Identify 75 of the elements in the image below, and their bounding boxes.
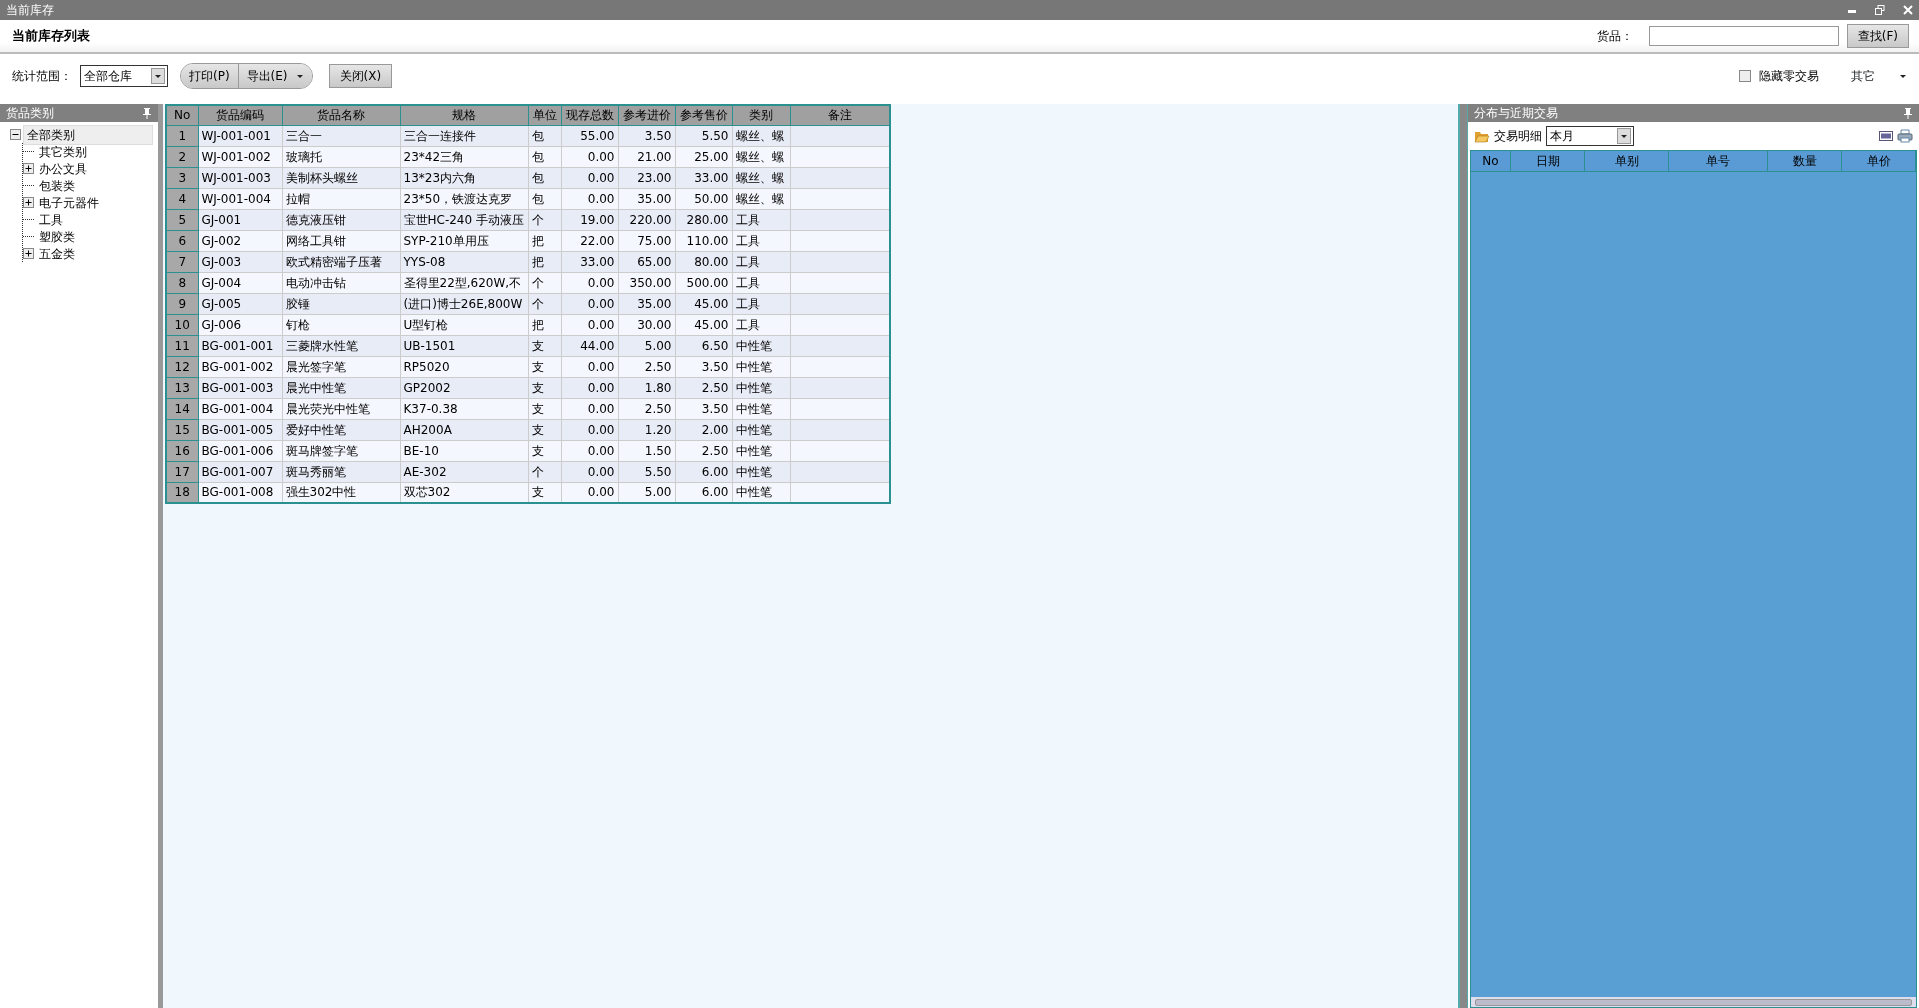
- row-number: 8: [166, 272, 198, 293]
- row-number: 12: [166, 356, 198, 377]
- tree-item[interactable]: 其它类别: [36, 142, 90, 161]
- expand-icon[interactable]: [23, 163, 34, 174]
- search-button[interactable]: 查找(F): [1846, 24, 1909, 48]
- period-select[interactable]: 本月: [1546, 126, 1634, 146]
- row-number: 6: [166, 230, 198, 251]
- panel-title: 分布与近期交易: [1474, 105, 1558, 122]
- row-number: 3: [166, 167, 198, 188]
- tree-item[interactable]: 塑胶类: [36, 227, 78, 246]
- spreadsheet-icon[interactable]: [1879, 130, 1893, 142]
- column-header: 规格: [400, 105, 528, 125]
- caret-icon: [1899, 72, 1907, 80]
- row-number: 1: [166, 125, 198, 146]
- expand-icon[interactable]: [23, 197, 34, 208]
- row-number: 13: [166, 377, 198, 398]
- column-header: 单位: [528, 105, 561, 125]
- range-label: 统计范围：: [12, 68, 72, 85]
- column-header: 参考进价: [618, 105, 675, 125]
- tree-item[interactable]: 工具: [36, 210, 66, 229]
- caret-icon: [295, 72, 304, 80]
- checkbox[interactable]: [1739, 70, 1751, 82]
- column-header: 货品编码: [198, 105, 282, 125]
- restore-icon[interactable]: [1875, 5, 1885, 15]
- column-header: 货品名称: [282, 105, 400, 125]
- collapse-icon[interactable]: [10, 129, 21, 140]
- column-header: 单别: [1585, 151, 1669, 171]
- close-button[interactable]: 关闭(X): [328, 64, 393, 88]
- row-number: 10: [166, 314, 198, 335]
- row-number: 17: [166, 461, 198, 482]
- tree-item[interactable]: 电子元器件: [36, 193, 102, 212]
- other-menu[interactable]: 其它: [1851, 67, 1907, 85]
- row-number: 11: [166, 335, 198, 356]
- tree-item[interactable]: 五金类: [36, 244, 78, 263]
- pin-icon[interactable]: [1903, 107, 1913, 119]
- row-number: 16: [166, 440, 198, 461]
- column-header: 现存总数: [561, 105, 618, 125]
- row-number: 5: [166, 209, 198, 230]
- column-header: 单号: [1669, 151, 1768, 171]
- column-header: 备注: [790, 105, 890, 125]
- column-header: 类别: [732, 105, 790, 125]
- expand-icon[interactable]: [23, 248, 34, 259]
- tree-item[interactable]: 办公文具: [36, 159, 90, 178]
- checkbox-label: 隐藏零交易: [1759, 68, 1819, 85]
- search-label: 货品：: [1596, 28, 1633, 45]
- panel-title: 货品类别: [6, 105, 54, 122]
- row-number: 4: [166, 188, 198, 209]
- column-header: 参考售价: [675, 105, 732, 125]
- close-icon[interactable]: [1903, 5, 1913, 15]
- column-header: 单价: [1842, 151, 1916, 171]
- caret-icon: [1620, 132, 1628, 140]
- row-number: 15: [166, 419, 198, 440]
- row-number: 2: [166, 146, 198, 167]
- caret-icon: [154, 72, 162, 80]
- window-title: 当前库存: [6, 2, 54, 19]
- column-header: 日期: [1511, 151, 1585, 171]
- column-header: No: [1471, 151, 1511, 171]
- tree-item[interactable]: 全部类别: [23, 124, 153, 145]
- column-header: No: [166, 105, 198, 125]
- row-number: 18: [166, 482, 198, 503]
- row-number: 9: [166, 293, 198, 314]
- folder-icon: [1474, 129, 1490, 143]
- page-title: 当前库存列表: [12, 28, 90, 44]
- detail-label: 交易明细: [1494, 128, 1542, 145]
- row-number: 14: [166, 398, 198, 419]
- scrollbar[interactable]: [1471, 997, 1916, 1007]
- row-number: 7: [166, 251, 198, 272]
- export-button[interactable]: 导出(E): [237, 64, 312, 88]
- search-field[interactable]: [1648, 26, 1839, 46]
- warehouse-select[interactable]: 全部仓库: [80, 65, 168, 87]
- printer-icon[interactable]: [1897, 129, 1913, 143]
- pin-icon[interactable]: [142, 107, 152, 119]
- column-header: 数量: [1768, 151, 1842, 171]
- tree-item[interactable]: 包装类: [36, 176, 78, 195]
- print-button[interactable]: 打印(P): [181, 64, 238, 88]
